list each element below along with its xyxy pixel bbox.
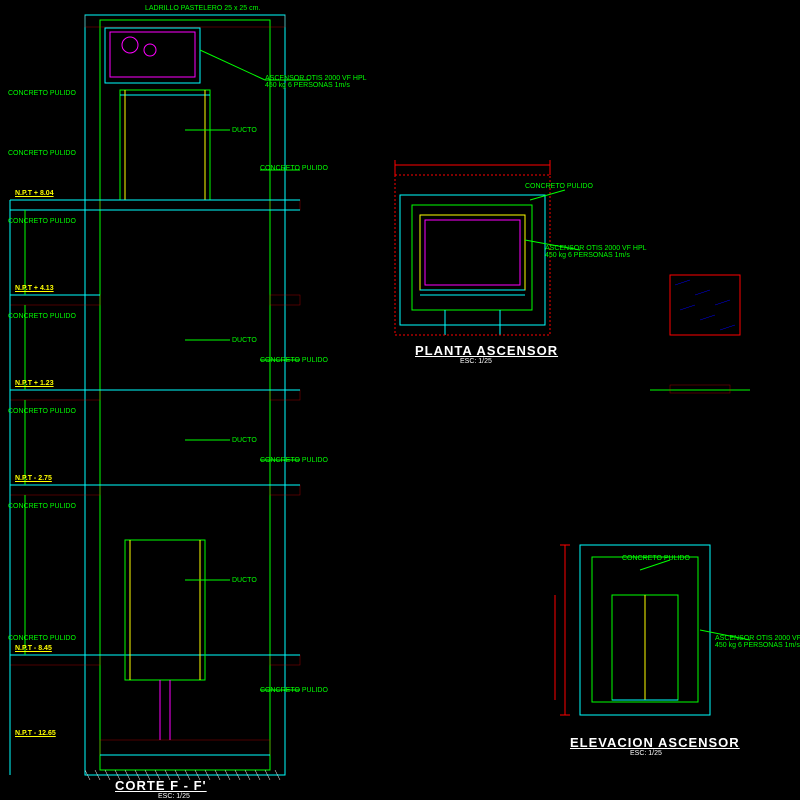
- level-npt-804: N.P.T + 8.04: [15, 190, 54, 197]
- label-ascensor-elev: ASCENSOR OTIS 2000 VF HPL 450 kg 6 PERSO…: [715, 635, 800, 649]
- label-ducto-3: DUCTO: [232, 437, 257, 444]
- section-elevacion: [555, 545, 750, 715]
- label-concreto-1: CONCRETO PULIDO: [8, 90, 76, 97]
- section-corte: [10, 15, 310, 780]
- title-corte: CORTE F - F': [115, 778, 207, 793]
- level-npt-123: N.P.T + 1.23: [15, 380, 54, 387]
- level-npt-275: N.P.T - 2.75: [15, 475, 52, 482]
- label-ducto-2: DUCTO: [232, 337, 257, 344]
- cad-drawing: [0, 0, 800, 800]
- level-npt-413: N.P.T + 4.13: [15, 285, 54, 292]
- label-concreto-6: CONCRETO PULIDO: [8, 503, 76, 510]
- label-concreto-2: CONCRETO PULIDO: [8, 150, 76, 157]
- level-npt-1265: N.P.T - 12.65: [15, 730, 56, 737]
- scale-corte: ESC: 1/25: [158, 793, 190, 800]
- label-concreto-elev: CONCRETO PULIDO: [622, 555, 690, 562]
- label-concreto-planta: CONCRETO PULIDO: [525, 183, 593, 190]
- label-ascensor-planta: ASCENSOR OTIS 2000 VF HPL 450 kg 6 PERSO…: [545, 245, 647, 259]
- scale-elevacion: ESC: 1/25: [630, 750, 662, 757]
- level-npt-845: N.P.T - 8.45: [15, 645, 52, 652]
- label-concreto-r2: CONCRETO PULIDO: [260, 357, 328, 364]
- label-ducto-4: DUCTO: [232, 577, 257, 584]
- label-concreto-7: CONCRETO PULIDO: [8, 635, 76, 642]
- label-concreto-4: CONCRETO PULIDO: [8, 313, 76, 320]
- label-concreto-r1: CONCRETO PULIDO: [260, 165, 328, 172]
- label-ascensor-spec-1: ASCENSOR OTIS 2000 VF HPL 450 kg 6 PERSO…: [265, 75, 367, 89]
- scale-planta: ESC: 1/25: [460, 358, 492, 365]
- title-elevacion: ELEVACION ASCENSOR: [570, 735, 740, 750]
- title-planta: PLANTA ASCENSOR: [415, 343, 558, 358]
- detail-hatch: [650, 275, 750, 393]
- label-concreto-r3: CONCRETO PULIDO: [260, 457, 328, 464]
- label-ladrillo: LADRILLO PASTELERO 25 x 25 cm.: [145, 5, 260, 12]
- label-concreto-3: CONCRETO PULIDO: [8, 218, 76, 225]
- label-ducto-1: DUCTO: [232, 127, 257, 134]
- label-concreto-5: CONCRETO PULIDO: [8, 408, 76, 415]
- label-concreto-r4: CONCRETO PULIDO: [260, 687, 328, 694]
